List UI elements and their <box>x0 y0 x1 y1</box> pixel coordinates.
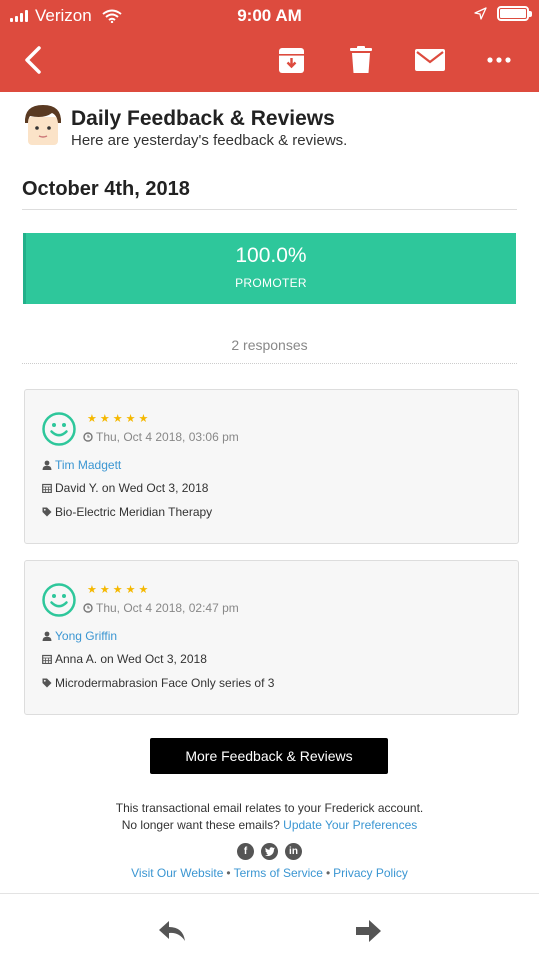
linkedin-icon[interactable]: in <box>285 843 302 860</box>
email-toolbar <box>0 36 539 86</box>
reply-icon <box>159 921 185 941</box>
back-button[interactable] <box>13 40 53 80</box>
appointment-row: David Y. on Wed Oct 3, 2018 <box>42 481 208 495</box>
service-row: Microdermabrasion Face Only series of 3 <box>42 676 274 690</box>
facebook-icon[interactable]: f <box>237 843 254 860</box>
appointment-text: David Y. on Wed Oct 3, 2018 <box>55 481 209 495</box>
social-links: f in <box>0 843 539 860</box>
timestamp-text: Thu, Oct 4 2018, 03:06 pm <box>96 430 239 444</box>
divider <box>22 363 517 364</box>
customer-link[interactable]: Yong Griffin <box>55 629 117 643</box>
app-header: Verizon 9:00 AM <box>0 0 539 92</box>
service-text: Bio-Electric Meridian Therapy <box>55 505 213 519</box>
footer-unsubscribe: No longer want these emails? Update Your… <box>0 818 539 832</box>
mail-button[interactable] <box>410 40 450 80</box>
status-time: 9:00 AM <box>237 6 302 25</box>
clock-icon <box>83 432 93 442</box>
unsubscribe-text: No longer want these emails? <box>121 818 280 832</box>
visit-website-link[interactable]: Visit Our Website <box>131 866 223 880</box>
review-card: ★★★★★ Thu, Oct 4 2018, 02:47 pm Yong Gri… <box>24 560 519 715</box>
link-separator: • <box>226 866 231 880</box>
appointment-row: Anna A. on Wed Oct 3, 2018 <box>42 652 207 666</box>
archive-button[interactable] <box>271 40 311 80</box>
more-icon <box>487 57 511 63</box>
user-icon <box>42 631 52 641</box>
score-label: PROMOTER <box>235 276 307 290</box>
calendar-icon <box>42 654 52 664</box>
mail-icon <box>415 49 445 71</box>
review-card: ★★★★★ Thu, Oct 4 2018, 03:06 pm Tim Madg… <box>24 389 519 544</box>
review-timestamp: Thu, Oct 4 2018, 02:47 pm <box>83 601 239 615</box>
more-button[interactable] <box>479 40 519 80</box>
user-icon <box>42 460 52 470</box>
score-value: 100.0% <box>235 244 307 267</box>
divider <box>22 209 517 210</box>
update-preferences-link[interactable]: Update Your Preferences <box>283 818 417 832</box>
customer-row: Yong Griffin <box>42 629 117 643</box>
status-bar: Verizon 9:00 AM <box>0 0 539 30</box>
email-title: Daily Feedback & Reviews <box>71 107 335 130</box>
archive-icon <box>278 47 304 73</box>
footer-notice: This transactional email relates to your… <box>115 801 424 815</box>
tag-icon <box>42 507 52 517</box>
star-rating: ★★★★★ <box>87 413 152 425</box>
timestamp-text: Thu, Oct 4 2018, 02:47 pm <box>96 601 239 615</box>
chevron-left-icon <box>25 46 41 74</box>
appointment-text: Anna A. on Wed Oct 3, 2018 <box>55 652 207 666</box>
footer-links: Visit Our Website • Terms of Service • Priva… <box>0 866 539 880</box>
twitter-icon[interactable] <box>261 843 278 860</box>
reply-button[interactable] <box>155 916 189 946</box>
terms-of-service-link[interactable]: Terms of Service <box>234 866 323 880</box>
responses-count: 2 responses <box>231 337 308 353</box>
star-rating: ★★★★★ <box>87 584 152 596</box>
clock-icon <box>83 603 93 613</box>
battery-icon <box>497 6 532 21</box>
more-feedback-button[interactable]: More Feedback & Reviews <box>150 738 388 774</box>
calendar-icon <box>42 483 52 493</box>
smiley-icon <box>42 412 76 446</box>
review-timestamp: Thu, Oct 4 2018, 03:06 pm <box>83 430 239 444</box>
forward-button[interactable] <box>351 916 385 946</box>
customer-link[interactable]: Tim Madgett <box>55 458 121 472</box>
smiley-icon <box>42 583 76 617</box>
tag-icon <box>42 678 52 688</box>
promoter-score-banner: 100.0% PROMOTER <box>23 233 516 304</box>
bottom-toolbar <box>0 893 539 960</box>
customer-row: Tim Madgett <box>42 458 121 472</box>
report-date: October 4th, 2018 <box>22 178 190 200</box>
status-right <box>474 6 532 21</box>
email-subtitle: Here are yesterday's feedback & reviews. <box>71 132 348 149</box>
link-separator: • <box>325 866 331 880</box>
avatar <box>24 105 62 145</box>
delete-button[interactable] <box>341 40 381 80</box>
location-arrow-icon <box>474 7 487 20</box>
trash-icon <box>350 46 372 73</box>
privacy-policy-link[interactable]: Privacy Policy <box>333 866 408 880</box>
forward-arrow-icon <box>356 920 381 942</box>
service-row: Bio-Electric Meridian Therapy <box>42 505 212 519</box>
service-text: Microdermabrasion Face Only series of 3 <box>55 676 275 690</box>
